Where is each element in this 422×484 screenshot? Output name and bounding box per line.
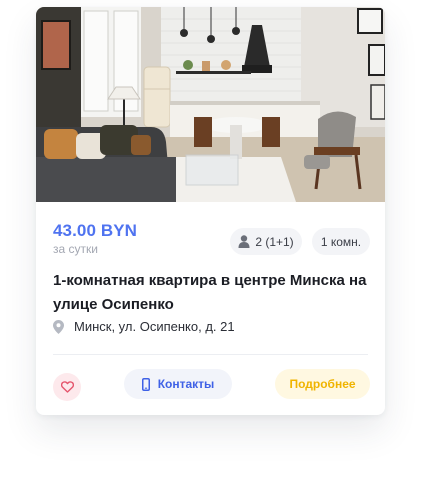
contacts-label: Контакты	[157, 377, 215, 391]
address: Минск, ул. Осипенко, д. 21	[53, 319, 235, 334]
price: 43.00 BYN	[53, 221, 138, 240]
price-period: за сутки	[53, 242, 98, 256]
map-pin-icon	[53, 319, 64, 334]
favorite-button[interactable]	[53, 373, 81, 401]
person-icon	[238, 235, 250, 248]
listing-title[interactable]: 1-комнатная квартира в центре Минска на …	[53, 269, 373, 317]
rooms-label: 1 комн.	[320, 234, 362, 249]
rooms-badge: 1 комн.	[312, 228, 370, 255]
listing-card[interactable]: 43.00 BYN за сутки 2 (1+1) 1 комн. 1-ком…	[36, 7, 385, 415]
apartment-photo[interactable]	[36, 7, 385, 202]
phone-icon	[141, 377, 150, 391]
contacts-button[interactable]: Контакты	[124, 369, 232, 399]
details-label: Подробнее	[289, 377, 356, 391]
divider	[53, 354, 368, 355]
address-label: Минск, ул. Осипенко, д. 21	[74, 319, 235, 334]
guests-badge: 2 (1+1)	[230, 228, 302, 255]
heart-outline-icon	[60, 381, 74, 393]
guests-label: 2 (1+1)	[255, 234, 294, 249]
details-button[interactable]: Подробнее	[275, 369, 370, 399]
